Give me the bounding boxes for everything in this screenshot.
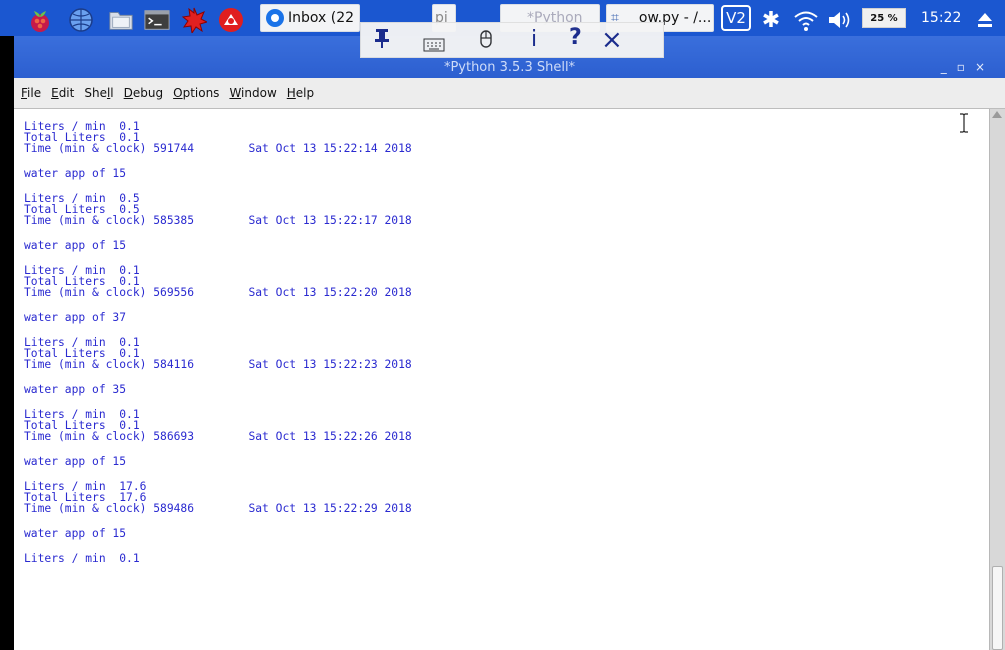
shell-blank-line: [24, 251, 412, 265]
menu-mnemonic: E: [51, 86, 59, 100]
menu-window[interactable]: Window: [229, 86, 276, 100]
menu-debug[interactable]: Debug: [124, 86, 163, 100]
menu-label: dit: [58, 86, 75, 100]
menubar: File Edit Shell Debug Options Window Hel…: [14, 78, 1005, 109]
chrome-icon: [266, 9, 284, 27]
desktop-edge: [0, 36, 14, 650]
menu-help[interactable]: Help: [287, 86, 314, 100]
minimize-button[interactable]: _: [941, 60, 957, 74]
clock[interactable]: 15:22: [921, 10, 961, 26]
scroll-thumb[interactable]: [992, 566, 1003, 650]
bluetooth-icon[interactable]: ✱: [758, 7, 784, 33]
shell-line: Time (min & clock) 569556 Sat Oct 13 15:…: [24, 286, 412, 299]
vertical-scrollbar[interactable]: [989, 109, 1005, 650]
close-button[interactable]: ×: [975, 60, 995, 74]
shell-output[interactable]: Liters / min 0.1 Total Liters 0.1 Time (mi…: [14, 109, 989, 650]
shell-blank-line: [24, 154, 412, 168]
menu-mnemonic: D: [123, 86, 133, 100]
shell-line: Time (min & clock) 589486 Sat Oct 13 15:…: [24, 502, 412, 515]
help-icon[interactable]: ?: [569, 25, 582, 50]
close-icon[interactable]: ×: [601, 25, 623, 55]
menu-mnemonic: W: [229, 86, 242, 100]
burst-icon[interactable]: [181, 7, 207, 33]
cpu-percent: 25 %: [870, 12, 898, 24]
terminal-icon[interactable]: [144, 7, 170, 33]
shell-line: Time (min & clock) 591744 Sat Oct 13 15:…: [24, 142, 412, 155]
shell-line: Liters / min 0.1: [24, 552, 140, 565]
shell-blank-line: [24, 395, 412, 409]
file-manager-icon[interactable]: [108, 7, 134, 33]
shell-blank-line: [24, 226, 412, 240]
menu-shell[interactable]: Shell: [84, 86, 113, 100]
onscreen-keyboard-toolbar: i ? ×: [360, 22, 664, 58]
shell-line: water app of 15: [24, 239, 127, 252]
menu-label: elp: [295, 86, 315, 100]
task-label: Inbox (22: [288, 10, 355, 26]
pin-icon[interactable]: [373, 27, 391, 55]
raspberry-menu-icon[interactable]: [27, 7, 53, 33]
ibeam-cursor-icon: [960, 113, 968, 133]
vnc-server-icon[interactable]: V2: [721, 5, 751, 31]
task-chrome-inbox[interactable]: Inbox (22: [260, 4, 360, 32]
maximize-button[interactable]: ▫: [957, 60, 975, 74]
menu-label: ile: [27, 86, 42, 100]
shell-line: water app of 15: [24, 167, 127, 180]
info-icon[interactable]: i: [531, 27, 537, 52]
menu-edit[interactable]: Edit: [51, 86, 74, 100]
mouse-icon[interactable]: [479, 29, 493, 55]
menu-options[interactable]: Options: [173, 86, 219, 100]
shell-line: Time (min & clock) 585385 Sat Oct 13 15:…: [24, 214, 412, 227]
cpu-monitor: 25 %: [862, 8, 906, 28]
eject-icon[interactable]: [972, 7, 998, 33]
shell-line: water app of 15: [24, 455, 127, 468]
shell-blank-line: [24, 442, 412, 456]
menu-label: indow: [241, 86, 277, 100]
shell-line: water app of 15: [24, 527, 127, 540]
shell-blank-line: [24, 514, 412, 528]
menu-label: She: [84, 86, 107, 100]
menu-mnemonic: O: [173, 86, 183, 100]
menu-file[interactable]: File: [21, 86, 41, 100]
web-browser-icon[interactable]: [68, 7, 94, 33]
volume-icon[interactable]: [826, 7, 852, 33]
shell-blank-line: [24, 370, 412, 384]
menu-mnemonic: H: [286, 86, 296, 100]
shell-lines: Liters / min 0.1 Total Liters 0.1 Time (mi…: [24, 121, 412, 564]
window-title: *Python 3.5.3 Shell*: [443, 60, 576, 75]
shell-blank-line: [24, 323, 412, 337]
shell-blank-line: [24, 467, 412, 481]
scroll-up-arrow-icon[interactable]: [992, 111, 1002, 118]
menu-label: ebug: [132, 86, 164, 100]
wifi-icon[interactable]: [793, 7, 819, 33]
shell-blank-line: [24, 298, 412, 312]
shell-line: Time (min & clock) 586693 Sat Oct 13 15:…: [24, 430, 412, 443]
vnc-icon[interactable]: [218, 7, 244, 33]
window-controls: _▫×: [941, 60, 995, 74]
python-shell-window: *Python 3.5.3 Shell* _▫× File Edit Shell…: [14, 36, 1005, 650]
shell-blank-line: [24, 179, 412, 193]
shell-line: water app of 35: [24, 383, 127, 396]
shell-line: water app of 37: [24, 311, 127, 324]
menu-label: l: [110, 86, 114, 100]
vnc-server-label: V2: [726, 9, 746, 27]
keyboard-icon[interactable]: [423, 33, 445, 58]
shell-blank-line: [24, 539, 412, 553]
shell-line: Time (min & clock) 584116 Sat Oct 13 15:…: [24, 358, 412, 371]
menu-label: ptions: [182, 86, 220, 100]
